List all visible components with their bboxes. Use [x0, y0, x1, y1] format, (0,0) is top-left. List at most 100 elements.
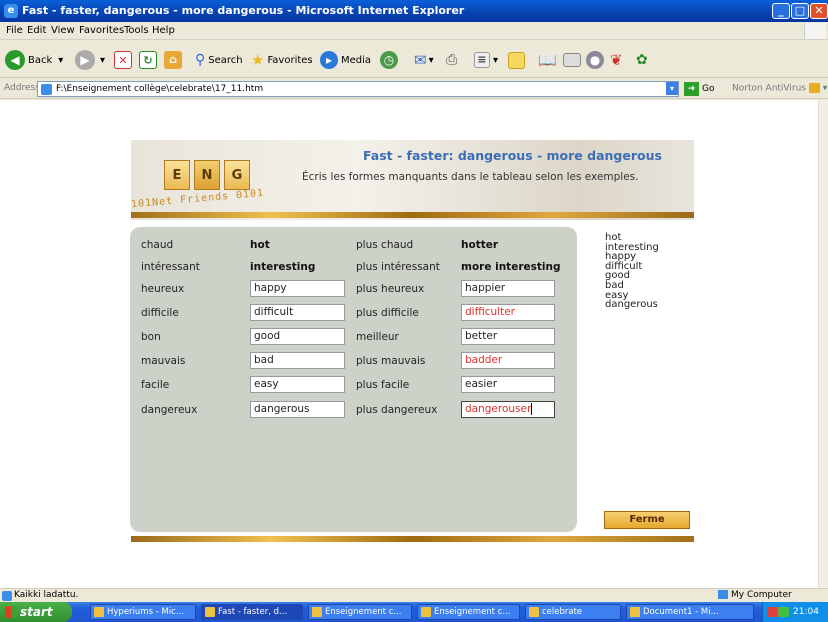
taskbar-item[interactable]: Enseignement c...	[308, 604, 412, 620]
forward-button[interactable]: ▶ ▾	[75, 49, 105, 71]
french-adjective: heureux	[141, 283, 185, 295]
media-icon: ▸	[320, 51, 338, 69]
taskbar-app-icon	[205, 607, 215, 617]
folder-icon	[508, 51, 525, 69]
close-button[interactable]: ✕	[810, 3, 828, 19]
puzzle-icon: ✿	[636, 52, 648, 68]
exercise-row: dangereux dangerous plus dangereux dangerou…	[130, 400, 577, 420]
search-button[interactable]: ⚲ Search	[195, 49, 243, 71]
go-arrow-icon: ➜	[684, 81, 699, 96]
page-content: E N G 101Net Friends 0101 Fast - faster:…	[0, 100, 818, 588]
back-button[interactable]: ◀ Back ▾	[5, 49, 63, 71]
maximize-button[interactable]: □	[791, 3, 809, 19]
refresh-icon: ↻	[139, 51, 157, 69]
tile-n: N	[194, 160, 220, 190]
messenger-icon	[563, 53, 581, 67]
taskbar-app-icon	[94, 607, 104, 617]
norton-icon	[808, 83, 820, 93]
adjective-input[interactable]: bad	[250, 352, 345, 369]
comparative-input[interactable]: difficulter	[461, 304, 555, 321]
bottom-divider	[131, 536, 694, 542]
addon-icon: ❦	[610, 51, 623, 69]
media-button[interactable]: ▸ Media	[320, 49, 371, 71]
page-heading: Fast - faster: dangerous - more dangerou…	[363, 148, 662, 163]
taskbar-item[interactable]: Fast - faster, d...	[201, 604, 303, 620]
comparative-input[interactable]: badder	[461, 352, 555, 369]
mail-button[interactable]: ✉ ▾	[414, 49, 434, 71]
norton-antivirus-button[interactable]: Norton AntiVirus ▾	[732, 83, 827, 94]
french-comparative: plus mauvais	[356, 355, 426, 367]
address-bar: Address F:\Enseignement collège\celebrat…	[0, 79, 828, 99]
menu-edit[interactable]: Edit	[27, 25, 46, 36]
edit-button[interactable]: ≡ ▾	[474, 49, 498, 71]
menu-file[interactable]: File	[6, 25, 23, 36]
adjective-input[interactable]: difficult	[250, 304, 345, 321]
taskbar-item[interactable]: Document1 - Mi...	[626, 604, 754, 620]
menu-bar: File Edit View Favorites Tools Help	[0, 22, 828, 40]
banner-divider	[131, 212, 694, 218]
ie-logo-icon: e	[4, 4, 18, 18]
exercise-row: chaud hot plus chaud hotter	[130, 235, 577, 255]
back-dropdown-icon[interactable]: ▾	[58, 55, 63, 66]
adjective-input[interactable]: easy	[250, 376, 345, 393]
comparative-input[interactable]: dangerouser	[461, 401, 555, 418]
comparative-input[interactable]: easier	[461, 376, 555, 393]
exercise-panel: chaud hot plus chaud hotter intéressant inter…	[130, 227, 577, 532]
menu-tools[interactable]: Tools	[124, 25, 149, 36]
instruction-text: Écris les formes manquants dans le table…	[302, 171, 639, 183]
taskbar-item[interactable]: celebrate	[525, 604, 621, 620]
french-comparative: meilleur	[356, 331, 399, 343]
adjective-input[interactable]: good	[250, 328, 345, 345]
history-button[interactable]: ◷	[380, 49, 398, 71]
history-icon: ◷	[380, 51, 398, 69]
adjective-input[interactable]: happy	[250, 280, 345, 297]
vertical-scrollbar[interactable]	[818, 100, 828, 588]
minimize-button[interactable]: _	[772, 3, 790, 19]
comparative-input[interactable]: happier	[461, 280, 555, 297]
messenger-button[interactable]	[563, 49, 581, 71]
french-adjective: chaud	[141, 239, 174, 251]
favorites-button[interactable]: ★ Favorites	[251, 49, 313, 71]
menu-favorites[interactable]: Favorites	[79, 25, 124, 36]
title-bar[interactable]: e Fast - faster, dangerous - more danger…	[0, 0, 828, 22]
addon-button-1[interactable]: ❦	[610, 49, 623, 71]
home-button[interactable]: ⌂	[164, 49, 182, 71]
stop-icon: ✕	[114, 51, 132, 69]
go-button[interactable]: ➜ Go	[684, 81, 714, 97]
tile-e: E	[164, 160, 190, 190]
ferme-button[interactable]: Ferme	[604, 511, 690, 529]
address-dropdown-icon[interactable]: ▾	[666, 82, 678, 95]
stop-button[interactable]: ✕	[114, 49, 132, 71]
chat-icon: ●	[586, 51, 604, 69]
discuss-button[interactable]	[508, 49, 525, 71]
page-icon	[41, 84, 52, 95]
research-button[interactable]: 📖	[538, 49, 557, 71]
addon-button-2[interactable]: ✿	[636, 49, 648, 71]
exercise-row: mauvais bad plus mauvais badder	[130, 351, 577, 371]
taskbar-item[interactable]: Enseignement c...	[417, 604, 520, 620]
exercise-row: heureux happy plus heureux happier	[130, 279, 577, 299]
french-adjective: bon	[141, 331, 161, 343]
address-label: Address	[4, 83, 40, 93]
comparative-input[interactable]: better	[461, 328, 555, 345]
menu-view[interactable]: View	[51, 25, 75, 36]
taskbar-app-icon	[630, 607, 640, 617]
french-adjective: intéressant	[141, 261, 200, 273]
start-button[interactable]: start	[0, 602, 72, 622]
menu-help[interactable]: Help	[152, 25, 175, 36]
taskbar-app-icon	[421, 607, 431, 617]
exercise-row: intéressant interesting plus intéressant mo…	[130, 257, 577, 277]
home-icon: ⌂	[164, 51, 182, 69]
taskbar: start Hyperiums - Mic... Fast - faster, d…	[0, 602, 828, 622]
english-comparative: more interesting	[461, 261, 561, 273]
refresh-button[interactable]: ↻	[139, 49, 157, 71]
address-input[interactable]: F:\Enseignement collège\celebrate\17_11.…	[37, 81, 679, 97]
windows-flag-icon	[804, 23, 826, 39]
english-comparative: hotter	[461, 239, 499, 251]
french-comparative: plus intéressant	[356, 261, 440, 273]
chat-button[interactable]: ●	[586, 49, 604, 71]
french-comparative: plus facile	[356, 379, 410, 391]
print-button[interactable]: ⎙	[446, 49, 457, 71]
adjective-input[interactable]: dangerous	[250, 401, 345, 418]
taskbar-item[interactable]: Hyperiums - Mic...	[90, 604, 196, 620]
